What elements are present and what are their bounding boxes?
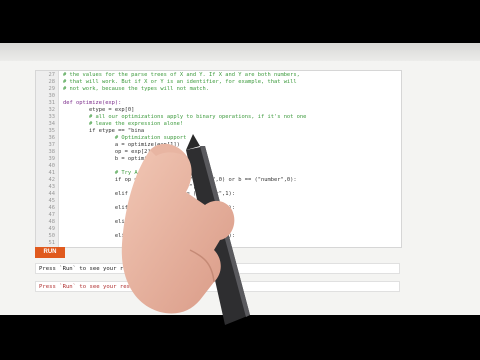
hand-with-pen-image (121, 134, 250, 325)
